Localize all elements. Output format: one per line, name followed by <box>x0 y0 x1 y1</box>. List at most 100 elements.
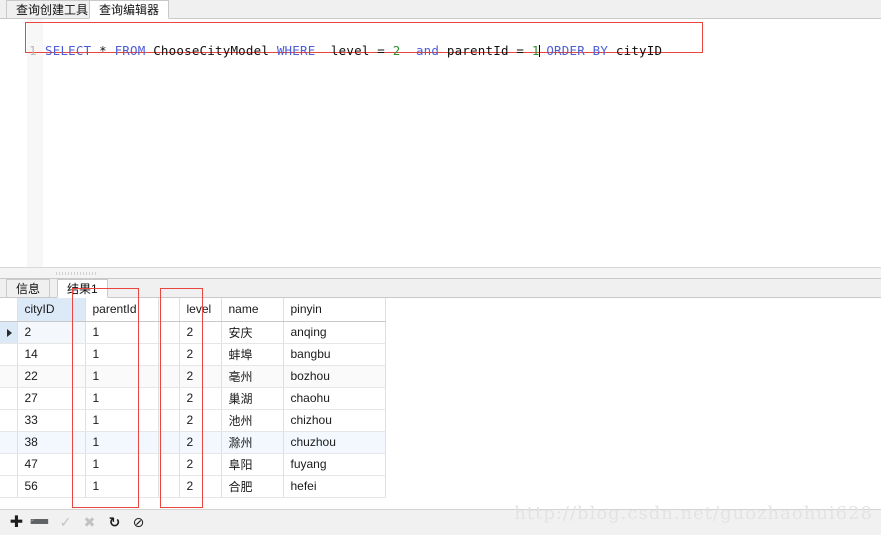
cell-spacer <box>158 475 180 498</box>
cell-pinyin[interactable]: bangbu <box>283 343 386 366</box>
cell-name[interactable]: 滁州 <box>221 431 284 454</box>
column-header-spacer <box>158 298 180 322</box>
cell-parentid[interactable]: 1 <box>85 431 159 454</box>
stop-button[interactable]: ⊘ <box>128 513 149 532</box>
cell-name[interactable]: 阜阳 <box>221 453 284 476</box>
table-row[interactable]: 33 1 2 池州 chizhou <box>0 409 386 432</box>
table-row[interactable]: 14 1 2 蚌埠 bangbu <box>0 343 386 366</box>
cell-level[interactable]: 2 <box>179 453 222 476</box>
cell-cityid[interactable]: 33 <box>17 409 86 432</box>
row-marker-cell[interactable] <box>0 321 18 344</box>
editor-tab-strip: 查询创建工具 查询编辑器 <box>0 0 881 19</box>
cell-parentid[interactable]: 1 <box>85 365 159 388</box>
row-marker-cell[interactable] <box>0 475 18 498</box>
table-row[interactable]: 2 1 2 安庆 anqing <box>0 321 386 344</box>
sql-token-plain <box>107 43 115 58</box>
add-record-button[interactable]: ✚ <box>6 513 27 532</box>
row-marker-cell[interactable] <box>0 431 18 454</box>
cell-parentid[interactable]: 1 <box>85 453 159 476</box>
row-marker-cell[interactable] <box>0 387 18 410</box>
column-header-level[interactable]: level <box>179 298 222 322</box>
cell-pinyin[interactable]: chuzhou <box>283 431 386 454</box>
cell-spacer <box>158 453 180 476</box>
tab-info[interactable]: 信息 <box>6 279 51 298</box>
cell-pinyin[interactable]: chaohu <box>283 387 386 410</box>
row-marker-header[interactable] <box>0 298 18 322</box>
row-marker-cell[interactable] <box>0 343 18 366</box>
table-row[interactable]: 27 1 2 巢湖 chaohu <box>0 387 386 410</box>
sql-token-identifier: parentId <box>446 43 509 58</box>
cell-level[interactable]: 2 <box>179 409 222 432</box>
cell-parentid[interactable]: 1 <box>85 409 159 432</box>
sql-statement-text[interactable]: SELECT * FROM ChooseCityModel WHERE leve… <box>45 43 662 58</box>
column-header-cityid[interactable]: cityID <box>17 298 86 322</box>
cell-name[interactable]: 池州 <box>221 409 284 432</box>
column-header-parentid[interactable]: parentId <box>85 298 159 322</box>
cell-cityid[interactable]: 14 <box>17 343 86 366</box>
table-header-row: cityID parentId level name pinyin <box>0 298 386 322</box>
current-row-arrow-icon <box>7 328 12 337</box>
sql-token-plain <box>269 43 277 58</box>
column-header-name[interactable]: name <box>221 298 284 322</box>
result-table: cityID parentId level name pinyin 2 1 2 安庆 a… <box>0 298 386 498</box>
cell-parentid[interactable]: 1 <box>85 321 159 344</box>
cell-name[interactable]: 合肥 <box>221 475 284 498</box>
pane-splitter[interactable] <box>0 267 881 279</box>
tab-query-editor[interactable]: 查询编辑器 <box>89 0 170 19</box>
cell-cityid[interactable]: 22 <box>17 365 86 388</box>
cell-spacer <box>158 409 180 432</box>
cell-level[interactable]: 2 <box>179 365 222 388</box>
sql-token-plain <box>315 43 330 58</box>
cell-pinyin[interactable]: anqing <box>283 321 386 344</box>
cell-name[interactable]: 巢湖 <box>221 387 284 410</box>
table-row[interactable]: 38 1 2 滁州 chuzhou <box>0 431 386 454</box>
cell-level[interactable]: 2 <box>179 475 222 498</box>
cell-level[interactable]: 2 <box>179 321 222 344</box>
cell-level[interactable]: 2 <box>179 431 222 454</box>
cell-name[interactable]: 安庆 <box>221 321 284 344</box>
sql-token-plain <box>91 43 99 58</box>
cell-parentid[interactable]: 1 <box>85 475 159 498</box>
cell-level[interactable]: 2 <box>179 387 222 410</box>
discard-changes-button[interactable]: ✖ <box>79 513 100 532</box>
cell-cityid[interactable]: 56 <box>17 475 86 498</box>
cell-parentid[interactable]: 1 <box>85 387 159 410</box>
cell-pinyin[interactable]: bozhou <box>283 365 386 388</box>
cell-level[interactable]: 2 <box>179 343 222 366</box>
cell-name[interactable]: 蚌埠 <box>221 343 284 366</box>
sql-token-identifier: cityID <box>615 43 663 58</box>
column-header-pinyin[interactable]: pinyin <box>283 298 386 322</box>
cell-pinyin[interactable]: hefei <box>283 475 386 498</box>
tab-query-builder[interactable]: 查询创建工具 <box>6 0 99 19</box>
sql-token-keyword: ORDER BY <box>546 43 609 58</box>
cell-name[interactable]: 亳州 <box>221 365 284 388</box>
cell-pinyin[interactable]: fuyang <box>283 453 386 476</box>
cell-parentid[interactable]: 1 <box>85 343 159 366</box>
row-marker-cell[interactable] <box>0 453 18 476</box>
cell-cityid[interactable]: 2 <box>17 321 86 344</box>
remove-record-button[interactable]: ➖ <box>29 513 50 532</box>
sql-token-operator: * <box>99 43 107 58</box>
cell-pinyin[interactable]: chizhou <box>283 409 386 432</box>
row-marker-cell[interactable] <box>0 365 18 388</box>
splitter-grip <box>56 272 96 275</box>
cell-cityid[interactable]: 27 <box>17 387 86 410</box>
sql-token-plain <box>400 43 415 58</box>
table-row[interactable]: 47 1 2 阜阳 fuyang <box>0 453 386 476</box>
line-number: 1 <box>29 43 37 58</box>
sql-token-keyword: and <box>415 43 440 58</box>
row-marker-cell[interactable] <box>0 409 18 432</box>
sql-token-identifier: level <box>330 43 370 58</box>
table-row[interactable]: 56 1 2 合肥 hefei <box>0 475 386 498</box>
apply-changes-button[interactable]: ✓ <box>55 513 76 532</box>
cell-cityid[interactable]: 38 <box>17 431 86 454</box>
table-row[interactable]: 22 1 2 亳州 bozhou <box>0 365 386 388</box>
sql-editor-pane[interactable]: 1 SELECT * FROM ChooseCityModel WHERE le… <box>0 19 881 267</box>
refresh-button[interactable]: ↻ <box>104 513 125 532</box>
sql-token-plain <box>439 43 447 58</box>
cell-cityid[interactable]: 47 <box>17 453 86 476</box>
result-grid[interactable]: cityID parentId level name pinyin 2 1 2 安庆 a… <box>0 298 881 509</box>
sql-token-identifier: ChooseCityModel <box>153 43 270 58</box>
tab-result-1[interactable]: 结果1 <box>57 279 108 298</box>
cell-spacer <box>158 431 180 454</box>
